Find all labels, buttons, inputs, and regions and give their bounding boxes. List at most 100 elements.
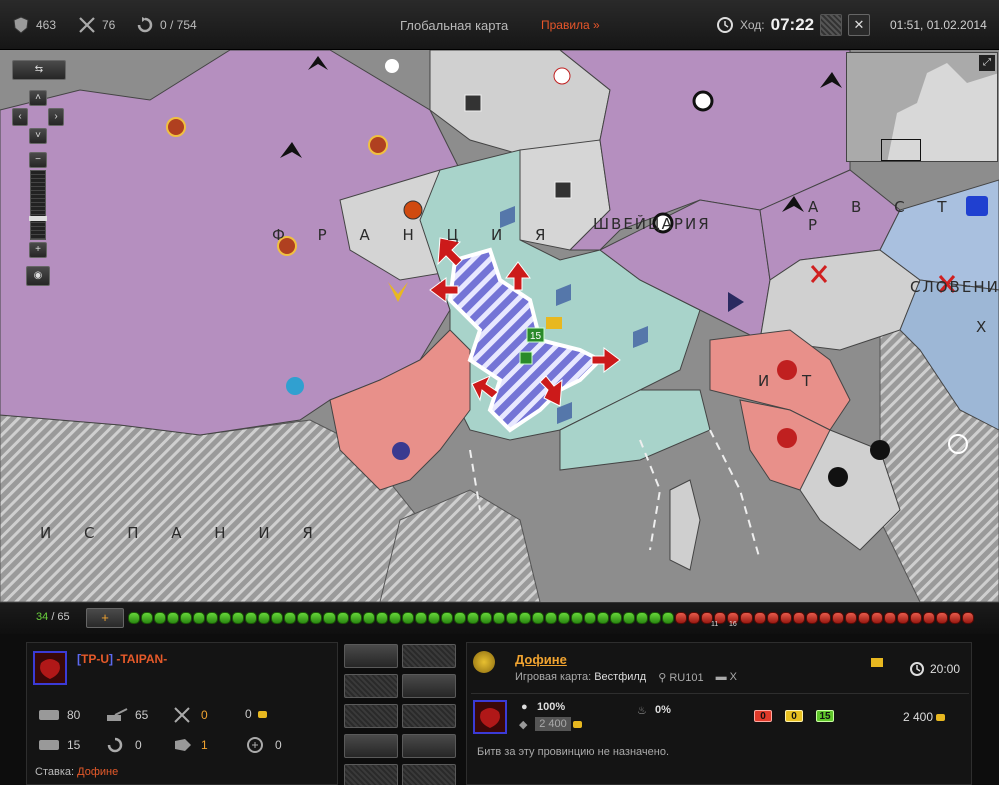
progress-segment [831, 612, 844, 624]
progress-segment [896, 612, 909, 624]
officer-button[interactable] [402, 704, 456, 728]
extra-action-button[interactable] [402, 764, 456, 785]
flags-button[interactable] [344, 704, 398, 728]
soldier-button[interactable] [402, 644, 456, 668]
pause-button[interactable] [820, 14, 843, 36]
stat-artillery: 65 [105, 707, 148, 723]
progress-segment [597, 612, 610, 624]
stat-gold: 0 [245, 707, 267, 721]
close-button[interactable]: ✕ [848, 14, 870, 36]
province-fire: 0% [655, 704, 671, 716]
move-tank-button[interactable] [344, 734, 398, 758]
province-details: Игровая карта: Вестфилд ⚲ RU101 ▬ X [515, 671, 737, 684]
clan-emblem[interactable] [33, 651, 67, 685]
commander-button[interactable] [402, 734, 456, 758]
territory-icon [175, 739, 191, 751]
green-count: 15 [816, 710, 834, 722]
gold-icon [257, 710, 267, 718]
progress-segment [297, 612, 310, 624]
global-map[interactable]: 15 Ф Р А Н Ц И Я И С П А Н И Я ШВЕЙЦАРИЯ… [0, 50, 999, 602]
progress-segment [336, 612, 349, 624]
progress-segment [518, 612, 531, 624]
progress-segment [401, 612, 414, 624]
province-panel: Дофине Игровая карта: Вестфилд ⚲ RU101 ▬… [466, 642, 972, 785]
progress-segment [962, 612, 975, 624]
progress-segment [232, 612, 245, 624]
stat-medals: 0 [245, 737, 282, 753]
gold-icon [573, 721, 582, 728]
progress-segment [558, 612, 571, 624]
control-icon: ● [521, 701, 528, 713]
progress-segment [323, 612, 336, 624]
bid-label: Ставка: [35, 766, 75, 778]
progress-mark-b: 16 [729, 621, 737, 628]
tank-icon [39, 740, 59, 750]
zoom-slider-handle[interactable] [29, 216, 47, 221]
progress-segment [167, 612, 180, 624]
map-mode-button[interactable]: ⇆ [12, 60, 66, 80]
province-income: 2 400 [535, 717, 571, 731]
turn-button[interactable] [344, 674, 398, 698]
progress-segment [935, 612, 948, 624]
red-count: 0 [754, 710, 772, 722]
province-server: ⚲ RU101 [658, 672, 704, 684]
stat-moves: 0 [105, 737, 142, 753]
province-name[interactable]: Дофине [515, 652, 567, 667]
medal-icon [247, 737, 263, 753]
zoom-in-button[interactable]: + [29, 242, 47, 258]
fire-icon: ♨ [637, 705, 647, 717]
progress-current: 34 [36, 611, 49, 623]
moves-icon [107, 737, 123, 753]
page-title: Глобальная карта [400, 18, 509, 33]
progress-count: 34 / 65 [36, 611, 70, 623]
pan-right-button[interactable]: › [48, 108, 64, 126]
turn-timer: Ход: 07:22 [716, 14, 843, 36]
progress-segment [154, 612, 167, 624]
pan-up-button[interactable]: ˄ [29, 90, 47, 106]
gold-icon [936, 713, 946, 721]
map-view-button[interactable] [344, 644, 398, 668]
add-progress-button[interactable]: + [86, 608, 124, 628]
progress-segment [805, 612, 818, 624]
progress-segment [740, 612, 753, 624]
clan-title[interactable]: [TP-U] -TAIPAN- [77, 652, 167, 666]
progress-mark-a: 11 [711, 621, 719, 628]
zoom-slider[interactable] [30, 170, 46, 240]
rules-link[interactable]: Правила » [541, 18, 600, 32]
progress-segment [128, 612, 141, 624]
bid-value[interactable]: Дофине [77, 766, 118, 778]
progress-segment [479, 612, 492, 624]
turn-label: Ход: [740, 18, 765, 32]
stat-pieces: 1 [171, 737, 208, 753]
minimap-canvas[interactable] [847, 53, 998, 162]
progress-segment [766, 612, 779, 624]
progress-segment [245, 612, 258, 624]
yellow-count: 0 [785, 710, 803, 722]
pan-down-button[interactable]: ˅ [29, 128, 47, 144]
province-total: 2 400 [903, 710, 946, 724]
eye-icon: ◉ [33, 270, 43, 281]
stat-tanks2: 15 [37, 737, 80, 753]
tanks-count: 463 [36, 18, 57, 32]
progress-segment [141, 612, 154, 624]
label-france: Ф Р А Н Ц И Я [272, 226, 560, 244]
clock-icon [717, 17, 733, 33]
minimap-viewport[interactable] [881, 139, 921, 161]
expand-minimap-button[interactable]: ⤢ [979, 55, 995, 71]
map-name: Вестфилд [594, 671, 647, 683]
stat-artillery-value: 65 [135, 708, 149, 722]
minimap[interactable]: ⤢ [846, 52, 998, 162]
stat-medals-value: 0 [275, 738, 282, 752]
progress-segment [349, 612, 362, 624]
zoom-out-button[interactable]: − [29, 152, 47, 168]
income-icon: ◆ [519, 719, 528, 731]
stat-tanks2-value: 15 [67, 738, 81, 752]
progress-segment [623, 612, 636, 624]
cancel-move-button[interactable] [344, 764, 398, 785]
pan-left-button[interactable]: ‹ [12, 108, 28, 126]
tank-order-button[interactable] [402, 674, 456, 698]
visibility-toggle-button[interactable]: ◉ [26, 266, 50, 286]
owner-emblem[interactable] [473, 700, 507, 734]
progress-segment [545, 612, 558, 624]
label-slovenia: СЛОВЕНИ [910, 278, 999, 296]
